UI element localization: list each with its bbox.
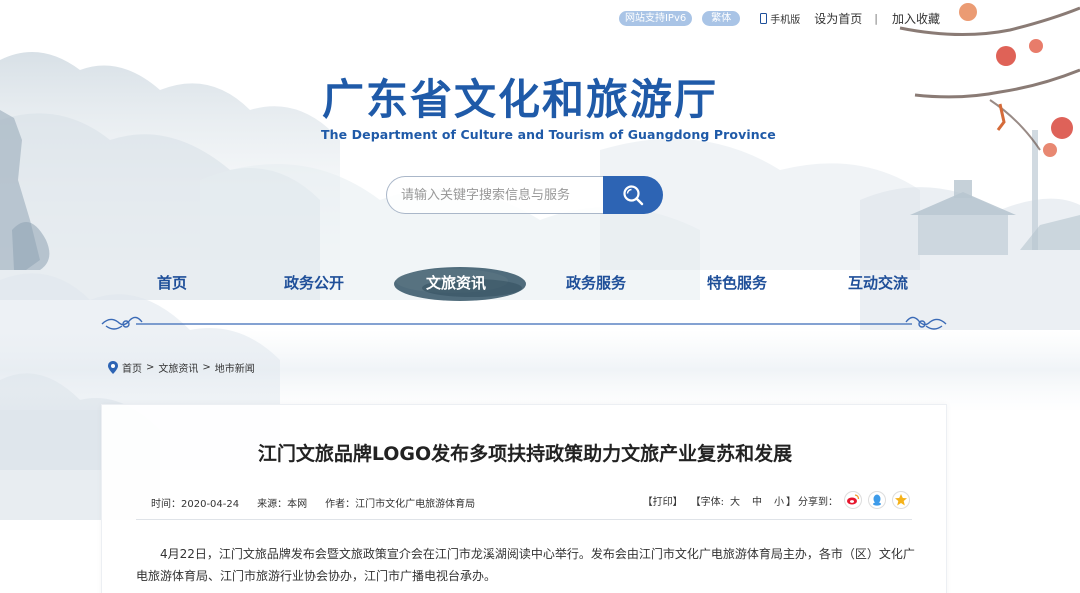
- nav-item-news[interactable]: 文旅资讯: [426, 272, 486, 293]
- breadcrumb-item-city-news[interactable]: 地市新闻: [215, 360, 255, 375]
- nav-divider-ornament: [101, 316, 947, 330]
- mobile-version-link[interactable]: 手机版: [760, 11, 800, 26]
- topbar-separator: |: [874, 11, 878, 25]
- nav-item-featured-services[interactable]: 特色服务: [707, 272, 767, 293]
- article-divider: [136, 519, 912, 520]
- article-meta: 时间：2020-04-24 来源：本网 作者：江门市文化广电旅游体育局: [151, 495, 493, 510]
- mobile-phone-icon: [760, 12, 768, 24]
- print-button[interactable]: 【打印】: [643, 493, 683, 508]
- location-pin-icon: [108, 361, 118, 374]
- share-label: 分享到：: [798, 496, 838, 508]
- main-nav: 首页 政务公开 文旅资讯 政务服务 特色服务 互动交流: [100, 272, 980, 298]
- top-utility-bar: 网站支持IPv6 繁体 手机版 设为首页 | 加入收藏: [618, 8, 940, 28]
- nav-item-home[interactable]: 首页: [157, 272, 187, 293]
- share-qzone-button[interactable]: [892, 491, 910, 509]
- mobile-version-label: 手机版: [770, 14, 801, 26]
- nav-item-services[interactable]: 政务服务: [566, 272, 626, 293]
- traditional-chinese-button[interactable]: 繁体: [702, 10, 741, 26]
- search-icon: [623, 185, 644, 206]
- breadcrumb-item-home[interactable]: 首页: [122, 360, 142, 375]
- breadcrumb-separator: >: [202, 362, 211, 373]
- add-bookmark-link[interactable]: 加入收藏: [892, 10, 940, 27]
- set-home-link[interactable]: 设为首页: [814, 10, 862, 27]
- weibo-icon: [847, 494, 860, 505]
- article-time: 时间：2020-04-24: [151, 499, 240, 510]
- site-subtitle: The Department of Culture and Tourism of…: [321, 127, 776, 142]
- article-paragraph: 4月22日，江门文旅品牌发布会暨文旅政策宣介会在江门市龙溪湖阅读中心举行。发布会…: [136, 547, 915, 583]
- breadcrumb: 首页 > 文旅资讯 > 地市新闻: [108, 360, 255, 375]
- ipv6-badge: 网站支持IPv6: [618, 10, 693, 26]
- search-input[interactable]: [386, 176, 604, 214]
- font-size-close: 】: [786, 496, 796, 508]
- qq-icon: [873, 494, 881, 506]
- font-large-button[interactable]: 大: [730, 493, 740, 508]
- qzone-star-icon: [895, 494, 907, 506]
- site-title: 广东省文化和旅游厅: [322, 75, 719, 124]
- nav-item-interaction[interactable]: 互动交流: [848, 272, 908, 293]
- search-bar: [386, 176, 663, 214]
- font-size-label: 【字体:: [690, 496, 724, 508]
- article-tools: 【打印】 【字体: 大 中 小 】 分享到：: [639, 491, 910, 509]
- article-card: 江门文旅品牌LOGO发布多项扶持政策助力文旅产业复苏和发展 时间：2020-04…: [101, 404, 947, 593]
- font-medium-button[interactable]: 中: [752, 493, 762, 508]
- breadcrumb-item-news[interactable]: 文旅资讯: [158, 360, 198, 375]
- breadcrumb-separator: >: [146, 362, 155, 373]
- share-qq-button[interactable]: [868, 491, 886, 509]
- nav-item-government-affairs[interactable]: 政务公开: [284, 272, 344, 293]
- share-weibo-button[interactable]: [844, 491, 862, 509]
- font-small-button[interactable]: 小: [774, 493, 784, 508]
- search-button[interactable]: [603, 176, 663, 214]
- article-source: 来源：本网: [257, 499, 308, 510]
- article-author: 作者：江门市文化广电旅游体育局: [325, 499, 476, 510]
- article-title: 江门文旅品牌LOGO发布多项扶持政策助力文旅产业复苏和发展: [257, 443, 793, 465]
